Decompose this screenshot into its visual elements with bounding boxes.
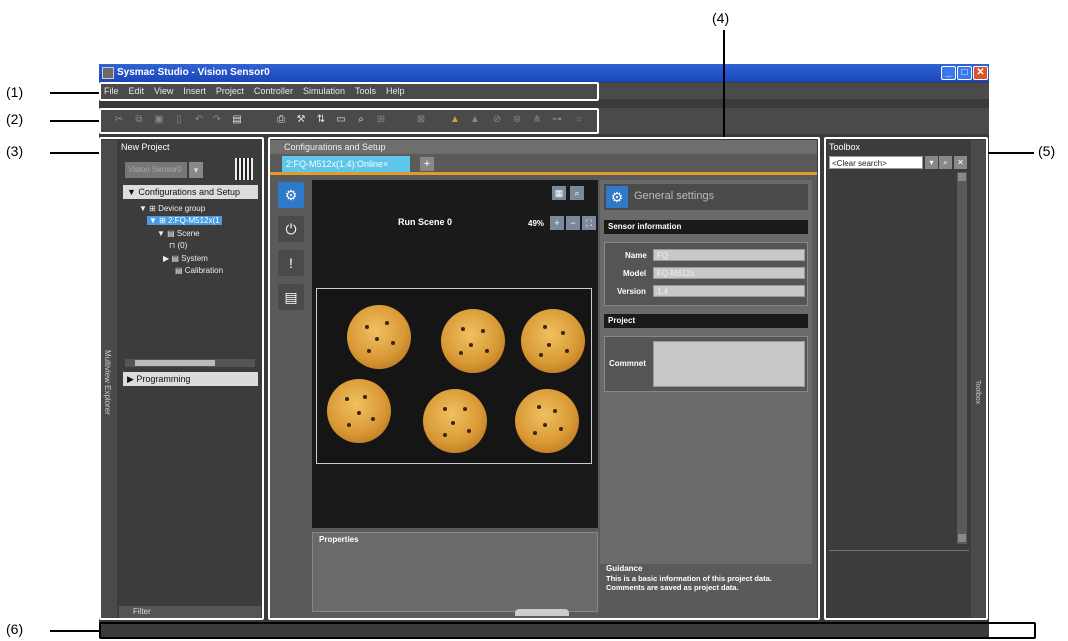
outline-status-bar bbox=[99, 622, 1036, 639]
leader-line-4 bbox=[723, 30, 725, 137]
app-icon bbox=[102, 67, 114, 79]
leader-line-6 bbox=[50, 630, 99, 632]
outline-explorer bbox=[99, 137, 264, 620]
title-bar: Sysmac Studio - Vision Sensor0 _ □ ✕ bbox=[99, 64, 989, 82]
leader-line-3 bbox=[50, 152, 99, 154]
callout-1: (1) bbox=[6, 84, 24, 100]
leader-line-1 bbox=[50, 92, 99, 94]
minimize-button[interactable]: _ bbox=[941, 66, 956, 80]
window-title: Sysmac Studio - Vision Sensor0 bbox=[117, 67, 270, 78]
outline-menu-bar bbox=[99, 82, 599, 101]
callout-6: (6) bbox=[6, 621, 24, 637]
outline-toolbar bbox=[99, 108, 599, 134]
callout-2: (2) bbox=[6, 111, 24, 127]
callout-5: (5) bbox=[1038, 143, 1056, 159]
leader-line-5 bbox=[988, 152, 1034, 154]
outline-config-panel bbox=[268, 137, 820, 620]
leader-line-2 bbox=[50, 120, 99, 122]
maximize-button[interactable]: □ bbox=[957, 66, 972, 80]
close-button[interactable]: ✕ bbox=[973, 66, 988, 80]
callout-3: (3) bbox=[6, 143, 24, 159]
outline-toolbox bbox=[824, 137, 988, 620]
callout-4: (4) bbox=[712, 10, 730, 26]
